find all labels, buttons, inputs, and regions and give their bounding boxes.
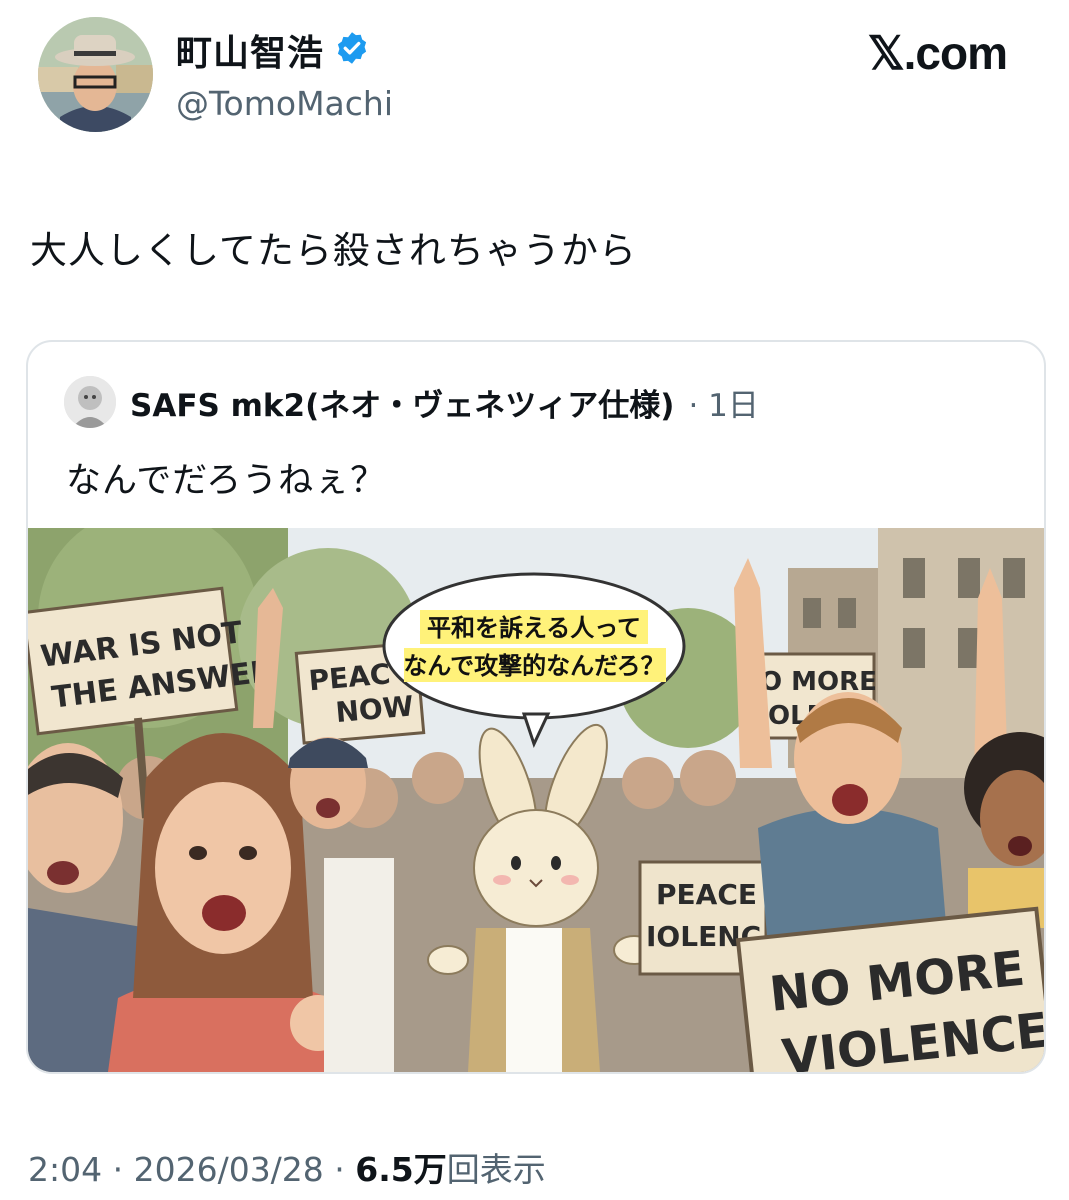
view-count: 6.5万	[355, 1150, 447, 1189]
meta-separator: ·	[323, 1150, 356, 1189]
quoted-text: なんでだろうねぇ？	[66, 461, 387, 501]
quoted-timestamp[interactable]: · 1日	[688, 380, 758, 425]
author-name[interactable]: 町山智浩	[176, 24, 324, 76]
view-count-label: 回表示	[446, 1150, 546, 1189]
author-handle[interactable]: @TomoMachi	[176, 84, 393, 123]
tweet-meta: 2:04 · 2026/03/28 · 6.5万回表示	[28, 1143, 546, 1191]
quoted-author-name[interactable]: SAFS mk2(ネオ・ヴェネツィア仕様)	[130, 380, 674, 425]
x-com-logo: 𝕏.com	[867, 27, 1008, 79]
tweet-time[interactable]: 2:04	[28, 1150, 102, 1189]
svg-text:PEACE: PEACE	[656, 878, 757, 911]
quoted-image[interactable]: WAR IS NOT THE ANSWER PEAC NOW O MORE OL…	[28, 508, 1044, 1072]
quoted-tweet-card[interactable]: SAFS mk2(ネオ・ヴェネツィア仕様) · 1日 なんでだろうねぇ？ WAR…	[26, 340, 1046, 1074]
tweet-text: 大人しくしてたら殺されちゃうから	[30, 229, 637, 272]
quoted-header: SAFS mk2(ネオ・ヴェネツィア仕様) · 1日	[64, 376, 759, 428]
svg-text:O MORE: O MORE	[760, 667, 877, 697]
verified-badge-icon	[334, 30, 370, 70]
tweet-date[interactable]: 2026/03/28	[134, 1150, 324, 1189]
meta-separator: ·	[102, 1150, 134, 1189]
svg-text:平和を訴える人って: 平和を訴える人って	[427, 614, 641, 642]
svg-text:NOW: NOW	[334, 689, 415, 729]
svg-text:なんで攻撃的なんだろ？: なんで攻撃的なんだろ？	[403, 652, 664, 680]
author-avatar[interactable]	[38, 17, 153, 132]
author-name-row[interactable]: 町山智浩	[176, 24, 370, 76]
quoted-author-avatar[interactable]	[64, 376, 116, 428]
